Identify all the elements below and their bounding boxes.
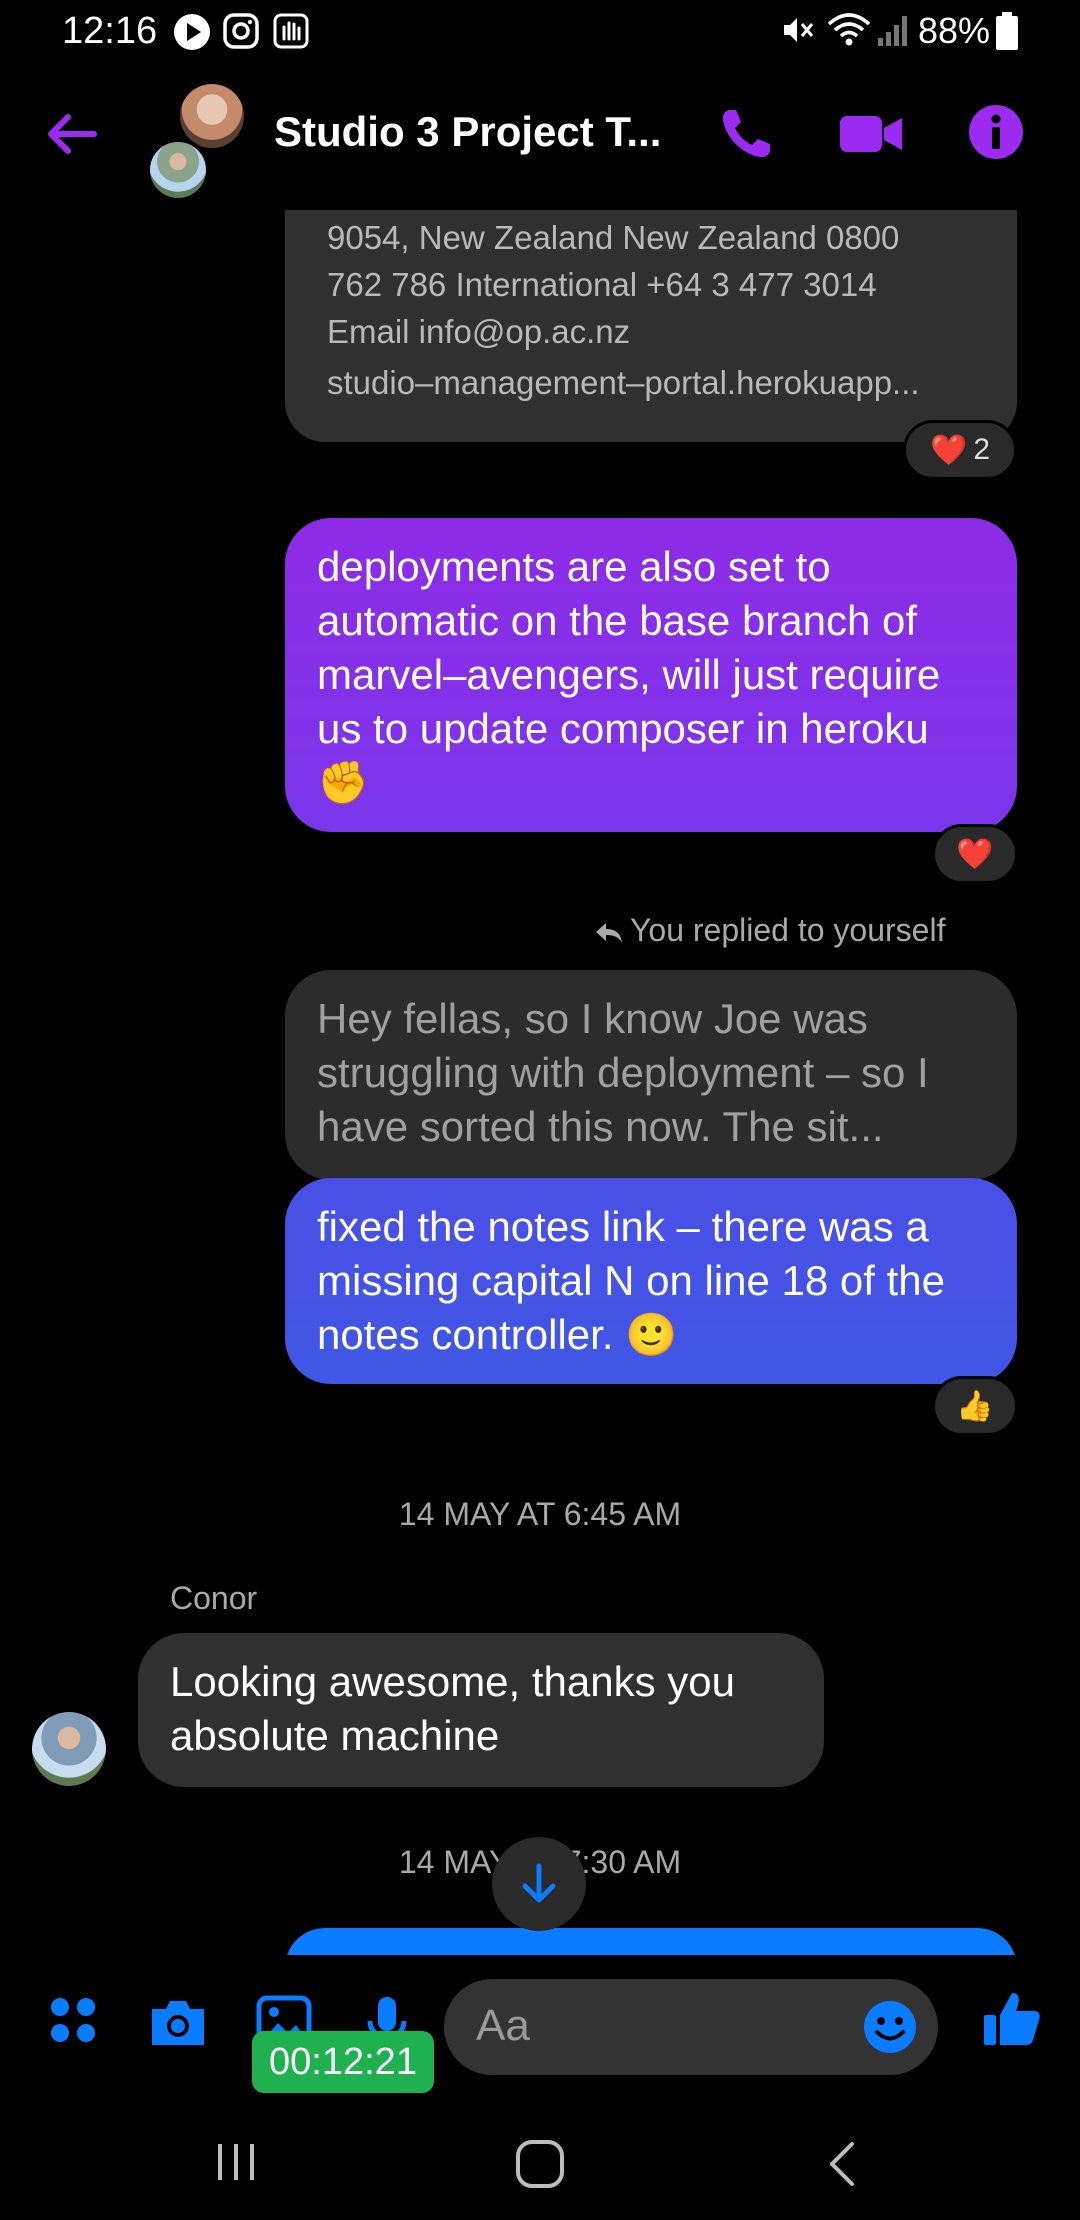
status-bar: 12:16 88% xyxy=(0,0,1080,64)
screen-record-timer: 00:12:21 xyxy=(252,2031,434,2093)
quoted-message-bubble[interactable]: Hey fellas, so I know Joe was struggling… xyxy=(285,970,1017,1180)
arrow-down-icon xyxy=(522,1863,556,1903)
next-message-bubble[interactable] xyxy=(285,1928,1017,1955)
member-avatar-back xyxy=(180,84,244,148)
composer-bar: Aa 00:12:21 xyxy=(0,1955,1080,2095)
reaction-count: 2 xyxy=(973,433,991,466)
link-preview-line: 9054, New Zealand New Zealand 0800 xyxy=(327,219,900,256)
emoji-icon[interactable] xyxy=(862,1999,918,2055)
link-preview-line: 762 786 International +64 3 477 3014 xyxy=(327,266,877,303)
back-arrow-icon[interactable] xyxy=(42,104,102,164)
app-notification-icon xyxy=(273,13,309,49)
heart-reaction-icon: ❤️ xyxy=(929,433,968,467)
timestamp-divider: 14 MAY AT 6:45 AM xyxy=(398,1496,682,1532)
message-list[interactable]: 9054, New Zealand New Zealand 0800 762 7… xyxy=(0,210,1080,1955)
chat-header: Studio 3 Project T... xyxy=(0,64,1080,210)
reaction-badge[interactable]: ❤️ 2 xyxy=(903,420,1017,480)
message-input[interactable]: Aa xyxy=(444,1979,938,2075)
signal-icon xyxy=(878,16,907,46)
message-text: deployments are also set to automatic on… xyxy=(317,543,941,806)
recent-apps-icon[interactable] xyxy=(212,2138,260,2186)
fix-message-bubble[interactable]: fixed the notes link – there was a missi… xyxy=(285,1178,1017,1384)
chat-title[interactable]: Studio 3 Project T... xyxy=(274,108,661,156)
thumbs-up-icon[interactable] xyxy=(982,1989,1042,2049)
back-nav-icon[interactable] xyxy=(822,2138,862,2190)
sender-avatar[interactable] xyxy=(32,1712,106,1786)
info-icon[interactable] xyxy=(968,104,1024,160)
instagram-icon xyxy=(223,13,259,49)
deploy-message-bubble[interactable]: deployments are also set to automatic on… xyxy=(285,518,1017,832)
message-text: fixed the notes link – there was a missi… xyxy=(317,1203,946,1358)
message-text: Looking awesome, thanks you absolute mac… xyxy=(170,1658,736,1759)
mute-icon xyxy=(784,18,814,42)
input-placeholder: Aa xyxy=(476,2001,530,2050)
play-store-icon xyxy=(174,14,210,50)
reply-label-text: You replied to yourself xyxy=(630,912,946,948)
video-icon[interactable] xyxy=(838,104,904,164)
thumbs-up-reaction-icon: 👍 xyxy=(956,1389,994,1423)
sender-name: Conor xyxy=(170,1580,258,1616)
scroll-to-bottom-button[interactable] xyxy=(492,1837,586,1931)
link-preview-line: Email info@op.ac.nz xyxy=(327,313,631,350)
grid-dots-icon[interactable] xyxy=(48,1995,98,2045)
reply-icon xyxy=(596,922,622,943)
incoming-message-bubble[interactable]: Looking awesome, thanks you absolute mac… xyxy=(138,1633,824,1787)
battery-level: 88% xyxy=(918,10,991,51)
status-time: 12:16 xyxy=(62,10,158,52)
battery-icon xyxy=(996,12,1018,50)
system-nav-bar xyxy=(0,2110,1080,2220)
wifi-icon xyxy=(827,13,871,46)
link-preview-bubble[interactable]: 9054, New Zealand New Zealand 0800 762 7… xyxy=(285,210,1017,442)
quoted-text: Hey fellas, so I know Joe was struggling… xyxy=(317,995,929,1150)
reaction-badge[interactable]: ❤️ xyxy=(932,824,1018,884)
link-preview-url[interactable]: studio–management–portal.herokuapp... xyxy=(327,359,975,406)
reply-label: You replied to yourself xyxy=(594,912,945,949)
heart-reaction-icon: ❤️ xyxy=(956,837,994,871)
camera-icon[interactable] xyxy=(148,1995,208,2049)
reaction-badge[interactable]: 👍 xyxy=(932,1376,1018,1436)
member-avatar-front xyxy=(146,138,210,202)
phone-icon[interactable] xyxy=(716,104,776,164)
group-avatar[interactable] xyxy=(140,84,250,202)
home-icon[interactable] xyxy=(514,2138,566,2190)
